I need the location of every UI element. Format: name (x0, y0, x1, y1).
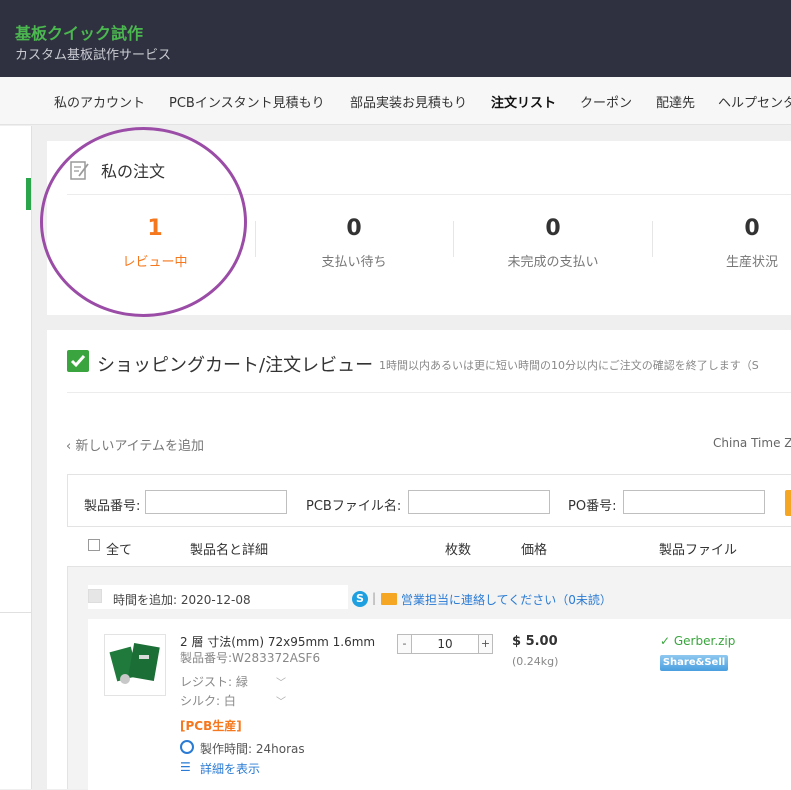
product-number-input[interactable] (145, 490, 287, 514)
share-sell-button[interactable]: Share&Sell (660, 655, 728, 671)
site-header: 基板クイック試作 カスタム基板試作サービス (0, 0, 791, 77)
item-spec: 2 層 寸法(mm) 72x95mm 1.6mm (180, 635, 376, 649)
pcb-production-tag: [PCB生産] (180, 719, 242, 733)
group-checkbox[interactable] (88, 589, 102, 603)
item-product-number: 製品番号:W283372ASF6 (180, 651, 321, 665)
chevron-down-icon[interactable]: ﹀ (276, 674, 286, 689)
stat-label: 未完成の支払い (507, 255, 599, 270)
cart-items: 時間を追加: 2020-12-08 S | 営業担当に連絡してください（0未読）… (67, 566, 791, 790)
nav-assembly-quote[interactable]: 部品実装お見積もり (350, 92, 467, 111)
brand-subtitle: カスタム基板試作サービス (15, 48, 172, 63)
file-name: Gerber.zip (673, 634, 736, 648)
gerber-file-link[interactable]: ✓ Gerber.zip (660, 634, 735, 648)
pcb-file-label: PCBファイル名: (306, 499, 402, 514)
item-resist-color[interactable]: レジスト: 緑 (180, 673, 248, 690)
cart-subtitle: 1時間以内あるいは更に短い時間の10分以内にご注文の確認を終了します（S (379, 359, 759, 372)
decrement-button[interactable]: - (398, 635, 412, 653)
chevron-down-icon[interactable]: ﹀ (276, 693, 286, 708)
stat-label: 支払い待ち (321, 255, 387, 270)
nav-shipping-address[interactable]: 配達先 (656, 92, 695, 111)
lead-time: 製作時間: 24horas (200, 742, 305, 756)
skype-icon[interactable]: S (352, 591, 368, 607)
stat-awaiting-payment[interactable]: 0 支払い待ち (254, 216, 454, 270)
checkmark-icon: ✓ (660, 634, 674, 648)
brand-title[interactable]: 基板クイック試作 (15, 20, 143, 44)
separator: | (372, 591, 377, 605)
po-number-label: PO番号: (568, 499, 617, 514)
item-silk-color[interactable]: シルク: 白 (180, 692, 236, 709)
nav-help-center[interactable]: ヘルプセンター (718, 92, 791, 111)
stat-count: 0 (744, 216, 760, 241)
filter-bar: 製品番号: PCBファイル名: PO番号: (67, 474, 791, 527)
divider (67, 392, 791, 393)
cart-review-panel: ショッピングカート/注文レビュー 1時間以内あるいは更に短い時間の10分以内にご… (47, 330, 791, 790)
pcb-file-input[interactable] (408, 490, 550, 514)
sidebar-divider (0, 612, 32, 613)
nav-pcb-quote[interactable]: PCBインスタント見積もり (169, 92, 325, 111)
po-number-input[interactable] (623, 490, 765, 514)
account-nav: 私のアカウント PCBインスタント見積もり 部品実装お見積もり 注文リスト クー… (0, 77, 791, 125)
nav-coupons[interactable]: クーポン (580, 92, 632, 111)
cart-title: ショッピングカート/注文レビュー (97, 355, 374, 376)
added-date: 時間を追加: 2020-12-08 (113, 593, 251, 607)
quantity-value[interactable]: 10 (412, 635, 478, 653)
quantity-stepper: - 10 + (397, 634, 493, 654)
increment-button[interactable]: + (478, 635, 492, 653)
stat-production-status[interactable]: 0 生産状況 (652, 216, 791, 270)
nav-order-list[interactable]: 注文リスト (491, 92, 556, 111)
cart-item-row: 2 層 寸法(mm) 72x95mm 1.6mm 製品番号:W283372ASF… (88, 619, 791, 790)
sidebar (0, 126, 32, 789)
col-price: 価格 (521, 543, 548, 558)
col-product-details: 製品名と詳細 (190, 543, 269, 558)
item-price: $ 5.00 (512, 634, 558, 649)
stat-incomplete-payment[interactable]: 0 未完成の支払い (453, 216, 653, 270)
select-all-checkbox[interactable] (88, 539, 100, 551)
stat-count: 0 (545, 216, 561, 241)
contact-sales-link[interactable]: 営業担当に連絡してください（0未読） (401, 591, 612, 608)
col-select-all[interactable]: 全て (106, 539, 132, 558)
time-zone-label: China Time Zo (713, 436, 791, 450)
item-weight: (0.24kg) (512, 655, 559, 668)
stat-count: 0 (346, 216, 362, 241)
col-product-file: 製品ファイル (659, 543, 738, 558)
search-button[interactable] (785, 490, 791, 516)
show-details-link[interactable]: 詳細を表示 (200, 760, 260, 777)
product-number-label: 製品番号: (84, 499, 141, 514)
stat-label: 生産状況 (725, 255, 778, 270)
col-quantity: 枚数 (445, 543, 472, 558)
mail-icon (381, 593, 397, 605)
refresh-cycle-icon (180, 740, 194, 754)
annotation-circle (40, 127, 247, 317)
list-icon: ☰ (180, 760, 191, 774)
nav-my-account[interactable]: 私のアカウント (54, 92, 145, 111)
pcb-thumbnail[interactable] (104, 634, 166, 696)
checkbox-checked-icon (67, 350, 89, 372)
sidebar-active-marker (26, 178, 31, 210)
add-new-item-link[interactable]: ‹ 新しいアイテムを追加 (66, 435, 204, 454)
